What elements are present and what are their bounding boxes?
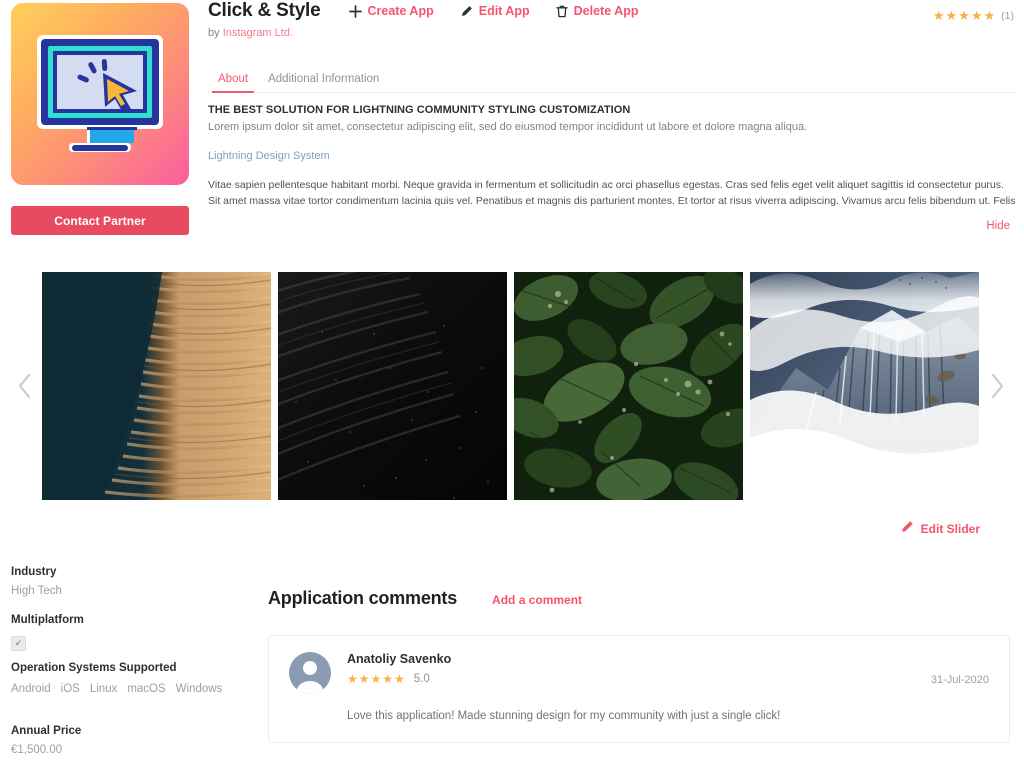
page-title: Click & Style — [208, 0, 321, 21]
comment-author: Anatoliy Savenko — [347, 652, 452, 666]
pencil-icon — [460, 5, 473, 18]
os-item: Windows — [175, 683, 223, 695]
carousel-slide-green-leaves[interactable] — [514, 272, 743, 500]
carousel-slide-black-sand[interactable] — [278, 272, 507, 500]
plus-icon — [348, 4, 362, 18]
detail-tabs: About Additional Information — [208, 68, 1016, 93]
multiplatform-checkbox[interactable]: ✔ — [11, 636, 26, 651]
comment-stars: ★★★★★ — [347, 672, 406, 686]
about-section: THE BEST SOLUTION FOR LIGHTNING COMMUNIT… — [208, 104, 1016, 208]
comment-rating: ★★★★★ 5.0 — [347, 672, 451, 686]
comment-score: 5.0 — [413, 673, 430, 685]
monitor-cursor-icon — [37, 35, 163, 152]
edit-slider-button[interactable]: Edit Slider — [900, 520, 980, 537]
comment-item: Anatoliy Savenko ★★★★★ 5.0 31-Jul-2020 L… — [268, 635, 1010, 743]
delete-app-button[interactable]: Delete App — [556, 4, 639, 18]
create-app-label: Create App — [367, 4, 434, 18]
comment-text: Love this application! Made stunning des… — [347, 710, 781, 722]
sand-dune-photo — [42, 272, 271, 500]
industry-value: High Tech — [11, 585, 62, 597]
industry-field: Industry High Tech — [11, 566, 201, 597]
comments-header: Application comments Add a comment — [268, 588, 1010, 609]
create-app-button[interactable]: Create App — [348, 4, 434, 18]
contact-partner-button[interactable]: Contact Partner — [11, 206, 189, 235]
multiplatform-label: Multiplatform — [11, 614, 84, 626]
avatar — [289, 652, 331, 694]
delete-app-label: Delete App — [573, 4, 639, 18]
annual-price-label: Annual Price — [11, 725, 82, 737]
page-header: Click & Style Create App Edit App Delete… — [208, 0, 1016, 56]
os-item: macOS — [127, 683, 166, 695]
carousel-next-button[interactable] — [984, 369, 1010, 403]
app-detail-page: Contact Partner Industry High Tech Multi… — [0, 0, 1024, 761]
os-supported-field: Operation Systems Supported Android iOS Li… — [11, 662, 222, 697]
rating-stars: ★★★★★ — [932, 8, 997, 23]
hide-link[interactable]: Hide — [986, 220, 1010, 232]
byline: by Instagram Ltd. — [208, 27, 1016, 39]
carousel-slide-sand-dune[interactable] — [42, 272, 271, 500]
multiplatform-field: Multiplatform ✔ — [11, 614, 201, 651]
carousel-slide-snowy-mountain[interactable] — [750, 272, 979, 500]
comment-header: Anatoliy Savenko ★★★★★ 5.0 — [289, 652, 991, 694]
comment-date: 31-Jul-2020 — [930, 674, 989, 686]
about-heading: THE BEST SOLUTION FOR LIGHTNING COMMUNIT… — [208, 104, 631, 116]
rating-count: (1) — [1001, 10, 1014, 22]
lightning-design-system-link[interactable]: Lightning Design System — [208, 150, 1016, 162]
green-leaves-photo — [514, 272, 743, 500]
byline-prefix: by — [208, 27, 220, 39]
app-rating: ★★★★★ (1) — [933, 8, 1014, 24]
os-item: iOS — [60, 683, 80, 695]
os-supported-label: Operation Systems Supported — [11, 662, 177, 674]
tab-additional-information[interactable]: Additional Information — [258, 73, 389, 92]
os-item: Linux — [89, 683, 118, 695]
annual-price-value: €1,500.00 — [11, 744, 63, 756]
app-logo — [11, 3, 189, 185]
edit-app-button[interactable]: Edit App — [460, 4, 530, 18]
tab-about[interactable]: About — [208, 73, 258, 93]
os-supported-list: Android iOS Linux macOS Windows — [11, 681, 222, 697]
chevron-right-icon — [991, 373, 1004, 399]
about-subheading: Lorem ipsum dolor sit amet, consectetur … — [208, 121, 808, 133]
edit-slider-label: Edit Slider — [920, 521, 980, 536]
annual-price-field: Annual Price €1,500.00 — [11, 725, 201, 756]
snowy-mountain-photo — [750, 272, 979, 500]
industry-label: Industry — [11, 566, 57, 578]
image-carousel — [0, 272, 1024, 500]
app-actions: Create App Edit App Delete App — [348, 4, 639, 18]
black-sand-photo — [278, 272, 507, 500]
trash-icon — [556, 5, 568, 18]
edit-app-label: Edit App — [478, 4, 530, 18]
pencil-icon — [900, 520, 914, 537]
comments-section: Application comments Add a comment Anato… — [268, 588, 1010, 743]
carousel-prev-button[interactable] — [12, 369, 38, 403]
add-comment-button[interactable]: Add a comment — [492, 593, 582, 607]
comment-meta: Anatoliy Savenko ★★★★★ 5.0 — [347, 652, 451, 686]
chevron-left-icon — [18, 373, 31, 399]
os-item: Android — [11, 683, 51, 695]
comments-title: Application comments — [268, 588, 458, 608]
about-paragraph: Vitae sapien pellentesque habitant morbi… — [208, 179, 1016, 207]
publisher-link[interactable]: Instagram Ltd. — [223, 27, 293, 39]
carousel-slides — [42, 272, 979, 500]
user-avatar-icon — [296, 661, 324, 694]
title-row: Click & Style Create App Edit App Delete… — [208, 0, 1016, 22]
